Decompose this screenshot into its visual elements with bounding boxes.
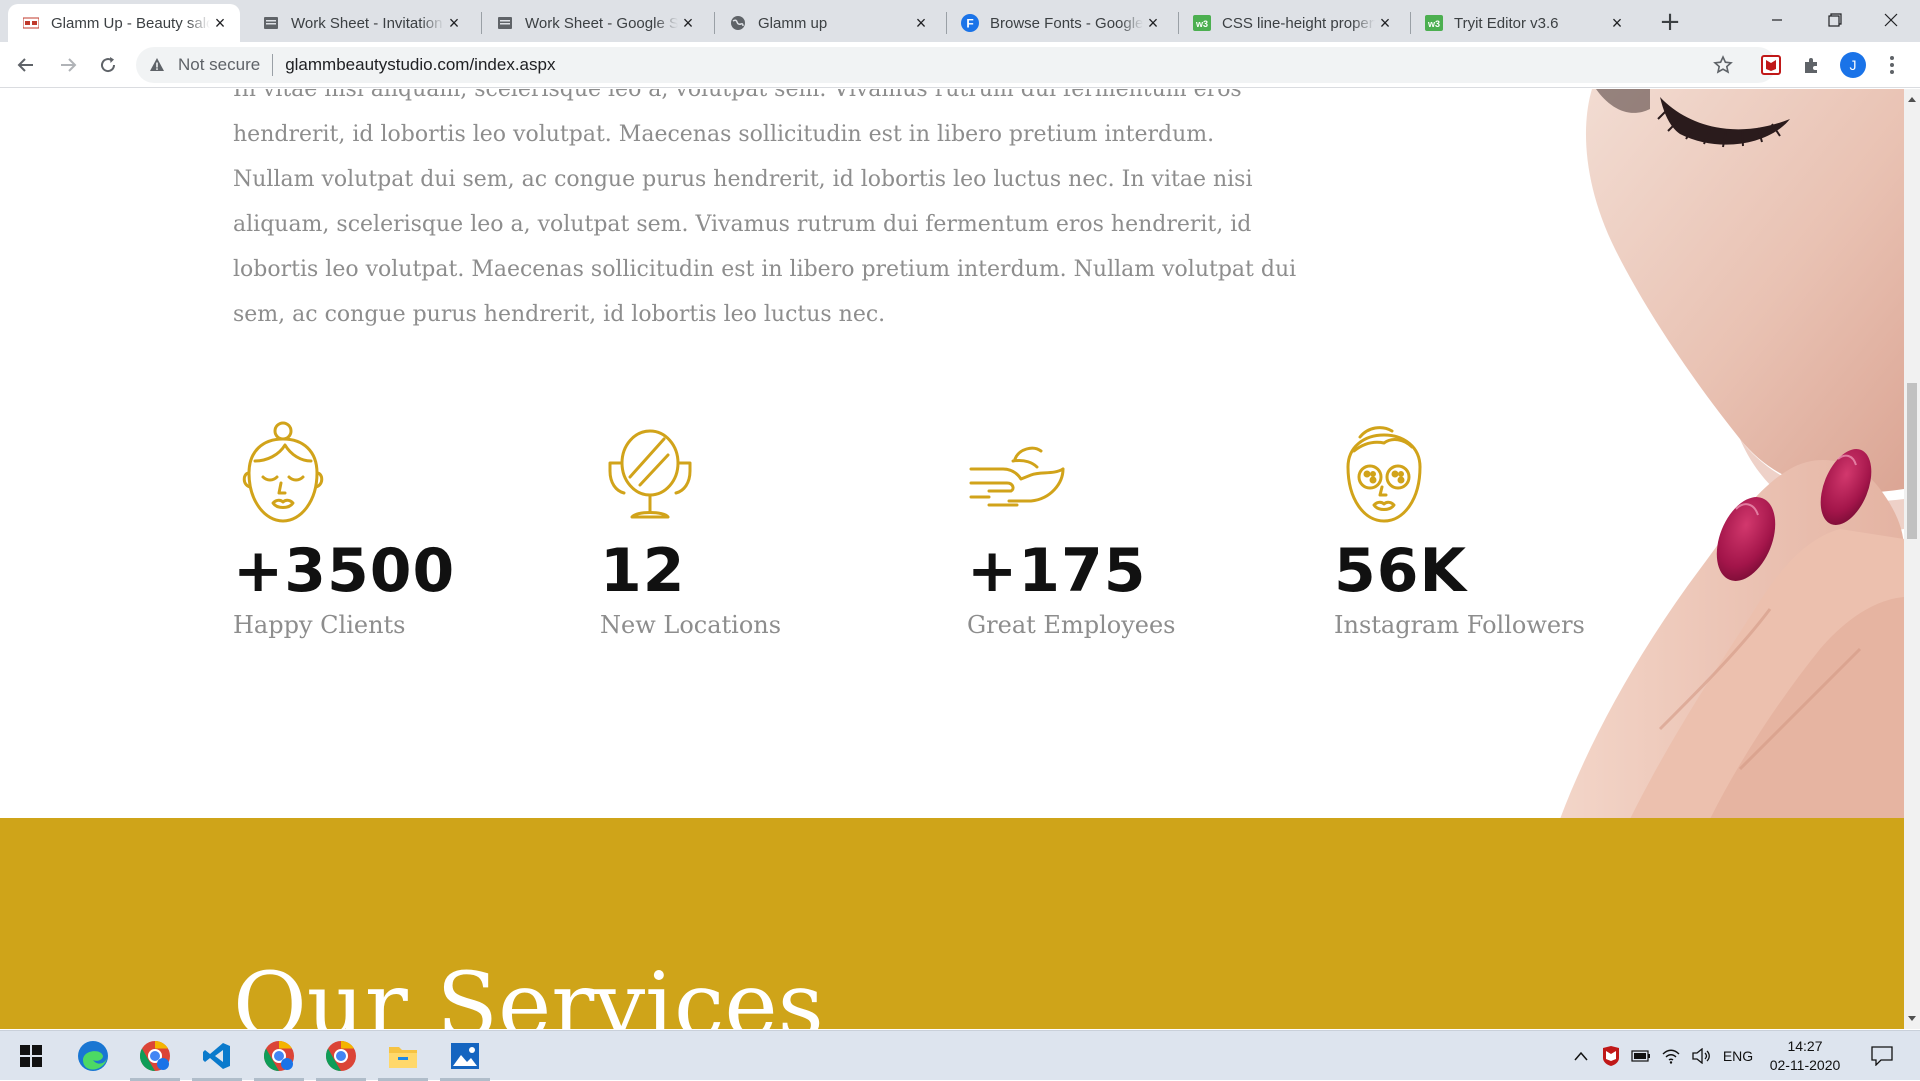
- svg-text:w3: w3: [1427, 19, 1440, 29]
- hand-cream-icon: [967, 421, 1067, 525]
- divider: [272, 54, 274, 76]
- vscode-icon[interactable]: [188, 1031, 246, 1081]
- close-icon[interactable]: ×: [1375, 13, 1395, 33]
- sheets-icon: [262, 14, 280, 32]
- tab-label: Glamm Up - Beauty salon: [51, 14, 210, 32]
- services-title: Our Services: [233, 953, 824, 1030]
- page-viewport: In vitae nisi aliquam, scelerisque leo a…: [0, 89, 1904, 1029]
- stat-great-employees: +175 Great Employees: [967, 421, 1307, 639]
- file-explorer-icon[interactable]: [374, 1031, 432, 1081]
- restore-button[interactable]: [1806, 0, 1864, 40]
- services-section: Our Services: [0, 818, 1904, 1029]
- close-icon[interactable]: ×: [1143, 13, 1163, 33]
- windows-logo-icon: [20, 1045, 42, 1067]
- back-button[interactable]: [10, 49, 42, 81]
- close-icon[interactable]: ×: [444, 13, 464, 33]
- chrome-icon[interactable]: [312, 1031, 370, 1081]
- clock-date: 02-11-2020: [1769, 1057, 1841, 1073]
- tab-glamm-up-2[interactable]: Glamm up ×: [715, 4, 941, 42]
- stat-value: +3500: [233, 536, 456, 606]
- mcafee-extension-icon[interactable]: [1758, 52, 1784, 78]
- stat-instagram-followers: 56K Instagram Followers: [1334, 421, 1674, 639]
- stat-label: Happy Clients: [233, 611, 406, 639]
- tab-css-line-height[interactable]: w3 CSS line-height property ×: [1179, 4, 1405, 42]
- sheets-icon: [496, 14, 514, 32]
- scroll-up-arrow-icon[interactable]: [1904, 91, 1920, 107]
- w3schools-icon: w3: [1193, 14, 1211, 32]
- forward-button[interactable]: [52, 49, 84, 81]
- tab-label: Work Sheet - Invitation: [291, 14, 443, 32]
- reload-button[interactable]: [92, 49, 124, 81]
- url-text[interactable]: glammbeautystudio.com/index.aspx: [285, 55, 555, 75]
- tab-tryit-editor[interactable]: w3 Tryit Editor v3.6 ×: [1411, 4, 1637, 42]
- scrollbar-thumb[interactable]: [1907, 383, 1917, 539]
- page-scrollbar[interactable]: [1904, 89, 1920, 1029]
- edge-icon[interactable]: [64, 1031, 122, 1081]
- security-label[interactable]: Not secure: [178, 55, 260, 75]
- browser-toolbar: Not secure glammbeautystudio.com/index.a…: [0, 42, 1920, 88]
- face-mask-icon: [1334, 421, 1434, 525]
- intro-paragraph: In vitae nisi aliquam, scelerisque leo a…: [233, 89, 1297, 327]
- more-menu-icon[interactable]: [1882, 52, 1902, 78]
- new-tab-button[interactable]: +: [1656, 7, 1684, 37]
- address-bar[interactable]: Not secure glammbeautystudio.com/index.a…: [136, 47, 1776, 83]
- clock[interactable]: 14:27 02-11-2020: [1750, 1037, 1860, 1075]
- tab-label: Browse Fonts - Google Fonts: [990, 14, 1143, 32]
- chrome-profile-icon[interactable]: [126, 1031, 184, 1081]
- tab-strip: Glamm Up - Beauty salon × Work Sheet - I…: [0, 0, 1920, 42]
- stat-happy-clients: +3500 Happy Clients: [233, 421, 573, 639]
- close-icon[interactable]: ×: [1607, 13, 1627, 33]
- svg-text:w3: w3: [1195, 19, 1208, 29]
- svg-text:F: F: [966, 17, 973, 31]
- stat-label: New Locations: [600, 611, 782, 639]
- reload-icon: [101, 57, 116, 73]
- tab-glamm-up[interactable]: Glamm Up - Beauty salon ×: [8, 4, 240, 42]
- tab-work-sheet-google-sheets[interactable]: Work Sheet - Google Sheets ×: [482, 4, 708, 42]
- chevron-up-icon[interactable]: [1568, 1031, 1594, 1081]
- tab-browse-fonts[interactable]: F Browse Fonts - Google Fonts ×: [947, 4, 1173, 42]
- chrome-profile-icon[interactable]: [250, 1031, 308, 1081]
- close-icon[interactable]: ×: [210, 13, 230, 33]
- start-button[interactable]: [2, 1031, 60, 1081]
- close-window-button[interactable]: [1862, 0, 1920, 40]
- windows-taskbar: ENG 14:27 02-11-2020: [0, 1030, 1920, 1081]
- notification-icon[interactable]: [1862, 1031, 1902, 1081]
- battery-icon[interactable]: [1628, 1031, 1654, 1081]
- bookmark-star-icon[interactable]: [1710, 52, 1736, 78]
- scroll-down-arrow-icon[interactable]: [1904, 1011, 1920, 1027]
- arrow-right-icon: [61, 58, 77, 72]
- google-fonts-icon: F: [961, 14, 979, 32]
- arrow-left-icon: [17, 58, 33, 72]
- stat-new-locations: 12 New Locations: [600, 421, 940, 639]
- globe-icon: [729, 14, 747, 32]
- glamm-favicon-icon: [22, 14, 40, 32]
- photos-icon[interactable]: [436, 1031, 494, 1081]
- vanity-mirror-icon: [600, 421, 700, 525]
- minimize-button[interactable]: [1748, 0, 1806, 40]
- stat-value: +175: [967, 536, 1147, 606]
- woman-face-icon: [233, 421, 333, 525]
- extensions-puzzle-icon[interactable]: [1798, 52, 1824, 78]
- stat-label: Instagram Followers: [1334, 611, 1585, 639]
- wifi-icon[interactable]: [1658, 1031, 1684, 1081]
- volume-icon[interactable]: [1688, 1031, 1714, 1081]
- mcafee-tray-icon[interactable]: [1598, 1031, 1624, 1081]
- w3schools-icon: w3: [1425, 14, 1443, 32]
- profile-avatar[interactable]: J: [1840, 52, 1866, 78]
- stats-row: +3500 Happy Clients 12 New Locations +17…: [0, 421, 1585, 661]
- close-icon[interactable]: ×: [678, 13, 698, 33]
- tab-label: Tryit Editor v3.6: [1454, 14, 1559, 32]
- warning-icon[interactable]: [148, 56, 166, 74]
- stat-value: 56K: [1334, 536, 1467, 606]
- tab-work-sheet-invitation[interactable]: Work Sheet - Invitation ×: [248, 4, 474, 42]
- stat-value: 12: [600, 536, 686, 606]
- close-icon[interactable]: ×: [911, 13, 931, 33]
- tab-label: CSS line-height property: [1222, 14, 1375, 32]
- clock-time: 14:27: [1787, 1038, 1823, 1054]
- tab-label: Work Sheet - Google Sheets: [525, 14, 678, 32]
- stat-label: Great Employees: [967, 611, 1176, 639]
- tab-label: Glamm up: [758, 14, 828, 32]
